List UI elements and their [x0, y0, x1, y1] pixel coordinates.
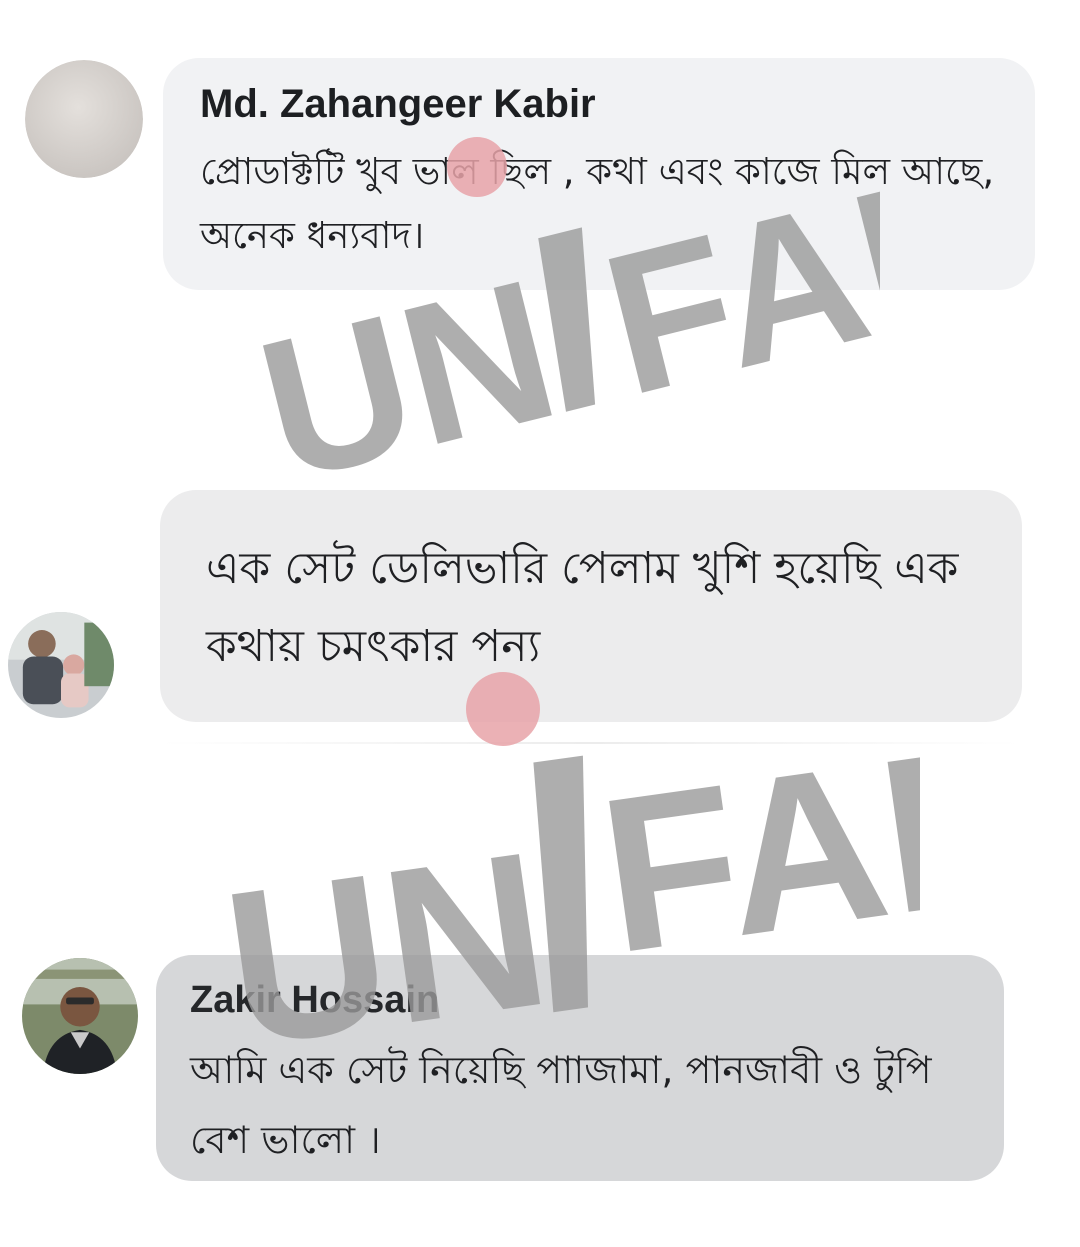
comment-author[interactable]: Md. Zahangeer Kabir	[200, 82, 596, 127]
avatar[interactable]	[25, 60, 143, 178]
avatar[interactable]	[8, 612, 114, 718]
touch-indicator	[447, 137, 507, 197]
user-photo-icon	[22, 958, 138, 1074]
comment-bubble[interactable]: এক সেট ডেলিভারি পেলাম খুশি হয়েছি এক কথা…	[160, 490, 1022, 722]
comment-author[interactable]: Zakir Hossain	[190, 979, 439, 1022]
comment-text: প্রোডাক্টটি খুব ভাল ছিল , কথা এবং কাজে ম…	[200, 150, 995, 257]
default-avatar-icon	[25, 60, 143, 178]
comment-text: আমি এক সেট নিয়েছি পাাজামা, পানজাবী ও টু…	[190, 1048, 932, 1162]
comment-bubble[interactable]: Zakir Hossain আমি এক সেট নিয়েছি পাাজামা…	[156, 955, 1004, 1181]
comment-text: এক সেট ডেলিভারি পেলাম খুশি হয়েছি এক কথা…	[206, 543, 959, 672]
comment-bubble[interactable]: Md. Zahangeer Kabir প্রোডাক্টটি খুব ভাল …	[163, 58, 1035, 290]
touch-indicator	[466, 672, 540, 746]
user-photo-icon	[8, 612, 114, 718]
divider	[160, 742, 1020, 744]
comments-screenshot: Md. Zahangeer Kabir প্রোডাক্টটি খুব ভাল …	[0, 0, 1080, 1247]
avatar[interactable]	[22, 958, 138, 1074]
